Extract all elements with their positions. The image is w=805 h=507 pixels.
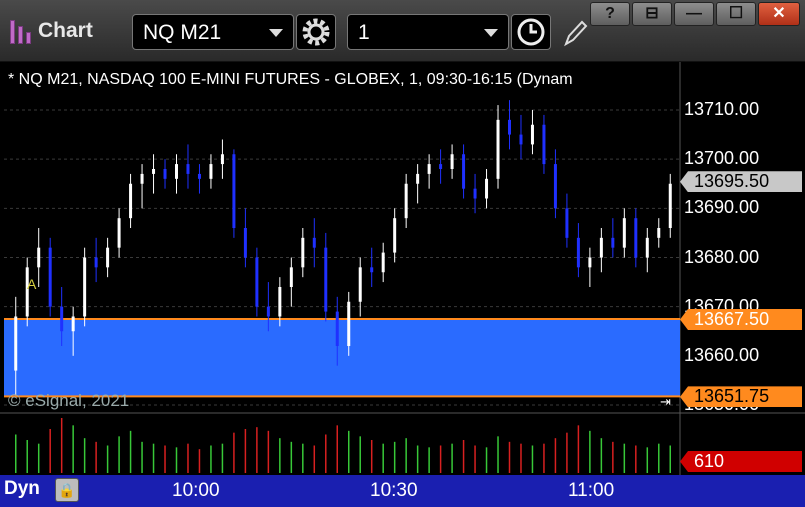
app-title: Chart bbox=[38, 19, 93, 42]
candle-body bbox=[60, 306, 64, 332]
time-label: 11:00 bbox=[568, 480, 615, 501]
candle-body bbox=[508, 119, 511, 135]
candle-body bbox=[220, 154, 224, 165]
time-label: 10:00 bbox=[172, 480, 220, 501]
candle-body bbox=[301, 237, 305, 268]
price-tick-label: 13660.00 bbox=[684, 344, 760, 365]
candle-body bbox=[588, 257, 592, 268]
candle-body bbox=[163, 169, 167, 179]
candle-body bbox=[48, 247, 52, 307]
candle-body bbox=[140, 173, 144, 184]
candle-body bbox=[542, 124, 546, 165]
candle-body bbox=[381, 252, 385, 273]
candle-body bbox=[14, 316, 18, 371]
copyright-text: © eSignal, 2021 bbox=[8, 391, 130, 410]
chevron-down-icon[interactable] bbox=[484, 29, 498, 37]
help-button[interactable]: ? bbox=[590, 2, 630, 26]
candle-body bbox=[519, 134, 523, 145]
last-price-tag: 13695.50 bbox=[680, 171, 802, 193]
candle-body bbox=[416, 173, 420, 184]
chart-marker: A bbox=[27, 276, 37, 292]
candle-body bbox=[634, 218, 638, 258]
price-tick-label: 13680.00 bbox=[684, 246, 760, 267]
candle-body bbox=[94, 257, 98, 268]
time-axis-bar: Dyn 🔒 10:00 10:30 11:00 bbox=[0, 475, 805, 507]
support-band bbox=[4, 318, 680, 397]
draw-tools-button[interactable] bbox=[562, 18, 588, 53]
candle-body bbox=[186, 164, 190, 174]
symbol-combobox[interactable]: NQ M21 bbox=[132, 14, 294, 50]
candle-body bbox=[37, 247, 41, 268]
candle-body bbox=[530, 124, 534, 145]
candle-body bbox=[358, 267, 362, 302]
mode-label[interactable]: Dyn bbox=[4, 478, 40, 500]
candle-body bbox=[657, 228, 661, 238]
candle-body bbox=[129, 183, 133, 219]
app-bars-icon bbox=[10, 20, 32, 44]
volume-tag: 610 bbox=[680, 451, 802, 472]
gear-icon bbox=[302, 18, 330, 46]
price-tick-label: 13710.00 bbox=[684, 99, 760, 119]
candle-body bbox=[439, 164, 443, 169]
chart-toolbar: Chart NQ M21 1 ? ⊟ — ☐ ✕ bbox=[0, 0, 805, 62]
candle-body bbox=[324, 247, 328, 312]
candle-body bbox=[496, 119, 500, 179]
candle-body bbox=[668, 183, 672, 228]
candle-body bbox=[393, 218, 397, 253]
candle-body bbox=[335, 311, 339, 346]
candle-body bbox=[71, 316, 75, 332]
minimize-button[interactable]: — bbox=[674, 2, 714, 26]
candle-body bbox=[370, 267, 374, 273]
price-tick-label: 13700.00 bbox=[684, 148, 760, 169]
candle-body bbox=[255, 257, 259, 307]
chevron-down-icon[interactable] bbox=[269, 29, 283, 37]
candle-body bbox=[347, 301, 351, 346]
candle-body bbox=[278, 287, 282, 317]
close-button[interactable]: ✕ bbox=[758, 2, 800, 26]
maximize-button[interactable]: ☐ bbox=[716, 2, 756, 26]
candle-body bbox=[599, 237, 603, 258]
chart-title: * NQ M21, NASDAQ 100 E-MINI FUTURES - GL… bbox=[8, 71, 573, 88]
interval-combobox[interactable]: 1 bbox=[347, 14, 509, 50]
candle-body bbox=[485, 178, 489, 199]
pencil-icon bbox=[564, 20, 588, 47]
candle-body bbox=[117, 218, 121, 248]
price-chart[interactable]: * NQ M21, NASDAQ 100 E-MINI FUTURES - GL… bbox=[0, 62, 805, 475]
candle-body bbox=[197, 173, 201, 179]
candle-body bbox=[83, 257, 87, 317]
band-lower-tag: 13651.75 bbox=[680, 386, 802, 408]
candle-body bbox=[289, 267, 293, 287]
candle-body bbox=[209, 164, 213, 179]
candle-body bbox=[611, 237, 615, 248]
candle-body bbox=[576, 237, 580, 268]
band-upper-tag: 13667.50 bbox=[680, 308, 802, 330]
candle-body bbox=[553, 164, 557, 209]
clock-icon bbox=[517, 18, 545, 46]
candle-body bbox=[152, 169, 156, 174]
candle-body bbox=[175, 164, 178, 179]
scroll-to-end-icon[interactable]: ⇥ bbox=[660, 394, 671, 410]
candle-body bbox=[312, 237, 316, 248]
candle-body bbox=[232, 154, 236, 228]
candle-body bbox=[462, 154, 466, 189]
candle-body bbox=[266, 306, 270, 317]
interval-value: 1 bbox=[358, 21, 370, 44]
symbol-value: NQ M21 bbox=[143, 21, 222, 44]
price-tick-label: 13690.00 bbox=[684, 197, 760, 218]
lock-icon[interactable]: 🔒 bbox=[55, 478, 79, 502]
time-template-button[interactable] bbox=[511, 14, 551, 50]
candle-body bbox=[427, 164, 431, 174]
settings-button[interactable] bbox=[296, 14, 336, 50]
time-label: 10:30 bbox=[370, 480, 418, 501]
candle-body bbox=[622, 218, 626, 248]
candle-body bbox=[404, 183, 408, 219]
candle-body bbox=[243, 228, 247, 258]
candle-body bbox=[106, 247, 110, 268]
candle-body bbox=[450, 154, 454, 169]
candle-body bbox=[473, 188, 477, 199]
candle-body bbox=[565, 208, 569, 238]
candle-body bbox=[645, 237, 649, 258]
link-window-button[interactable]: ⊟ bbox=[632, 2, 672, 26]
